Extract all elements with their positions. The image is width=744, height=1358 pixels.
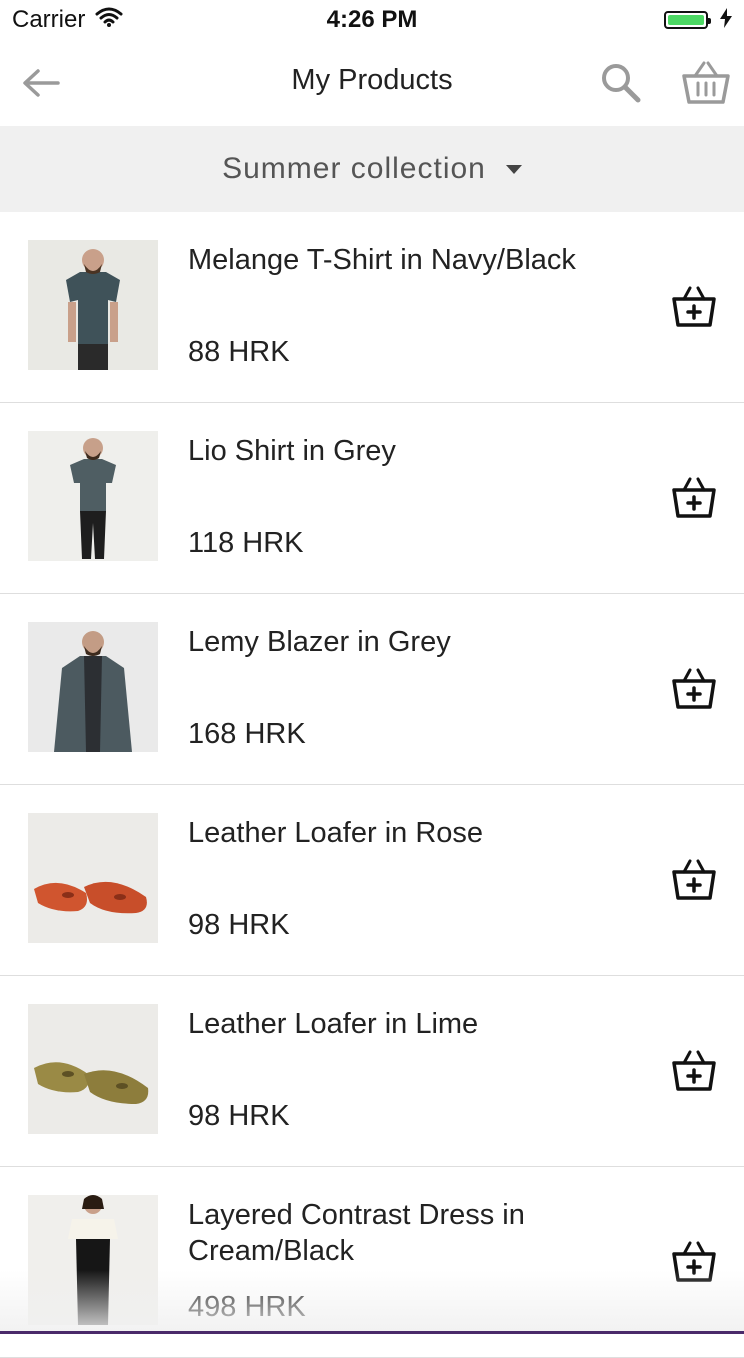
product-price: 498 HRK [188, 1291, 306, 1323]
product-row[interactable]: Lemy Blazer in Grey 168 HRK [0, 594, 744, 785]
status-left: Carrier [12, 6, 123, 35]
nav-bar: My Products [0, 40, 744, 126]
product-name: Layered Contrast Dress in Cream/Black [188, 1199, 525, 1267]
wifi-icon [95, 6, 123, 35]
add-to-basket-icon[interactable] [670, 1239, 718, 1285]
add-to-basket-icon[interactable] [670, 666, 718, 712]
product-image-dress [28, 1195, 158, 1325]
battery-icon [664, 11, 711, 29]
product-price: 88 HRK [188, 336, 290, 368]
product-image-loafer-lime [28, 1004, 158, 1134]
product-price: 98 HRK [188, 1100, 290, 1132]
charging-bolt-icon [720, 7, 732, 33]
product-price: 118 HRK [188, 527, 304, 559]
product-price: 168 HRK [188, 718, 306, 750]
collection-label: Summer collection [222, 152, 486, 185]
product-price: 98 HRK [188, 909, 290, 941]
product-list: Melange T-Shirt in Navy/Black 88 HRK Lio… [0, 212, 744, 1358]
product-row[interactable]: Leather Loafer in Rose 98 HRK [0, 785, 744, 976]
product-image-loafer-rose [28, 813, 158, 943]
add-to-basket-icon[interactable] [670, 284, 718, 330]
product-name: Leather Loafer in Lime [188, 1008, 479, 1040]
product-image-tshirt [28, 240, 158, 370]
basket-icon[interactable] [680, 58, 732, 108]
add-to-basket-icon[interactable] [670, 475, 718, 521]
add-to-basket-icon[interactable] [670, 1048, 718, 1094]
collection-dropdown[interactable]: Summer collection [0, 126, 744, 212]
product-image-blazer [28, 622, 158, 752]
status-right [664, 7, 732, 33]
product-row[interactable]: Melange T-Shirt in Navy/Black 88 HRK [0, 212, 744, 403]
product-name: Leather Loafer in Rose [188, 817, 484, 849]
add-to-basket-icon[interactable] [670, 857, 718, 903]
carrier-label: Carrier [12, 6, 86, 33]
product-name: Lio Shirt in Grey [188, 435, 396, 467]
battery-level-fill [668, 15, 704, 25]
product-row[interactable]: Lio Shirt in Grey 118 HRK [0, 403, 744, 594]
product-row[interactable]: Leather Loafer in Lime 98 HRK [0, 976, 744, 1167]
product-row[interactable]: Layered Contrast Dress in Cream/Black 49… [0, 1167, 744, 1358]
product-image-shirt [28, 431, 158, 561]
caret-down-icon [505, 164, 522, 174]
search-icon[interactable] [598, 60, 644, 106]
status-bar: Carrier 4:26 PM [0, 0, 744, 40]
product-name: Lemy Blazer in Grey [188, 626, 451, 658]
product-name: Melange T-Shirt in Navy/Black [188, 244, 576, 276]
